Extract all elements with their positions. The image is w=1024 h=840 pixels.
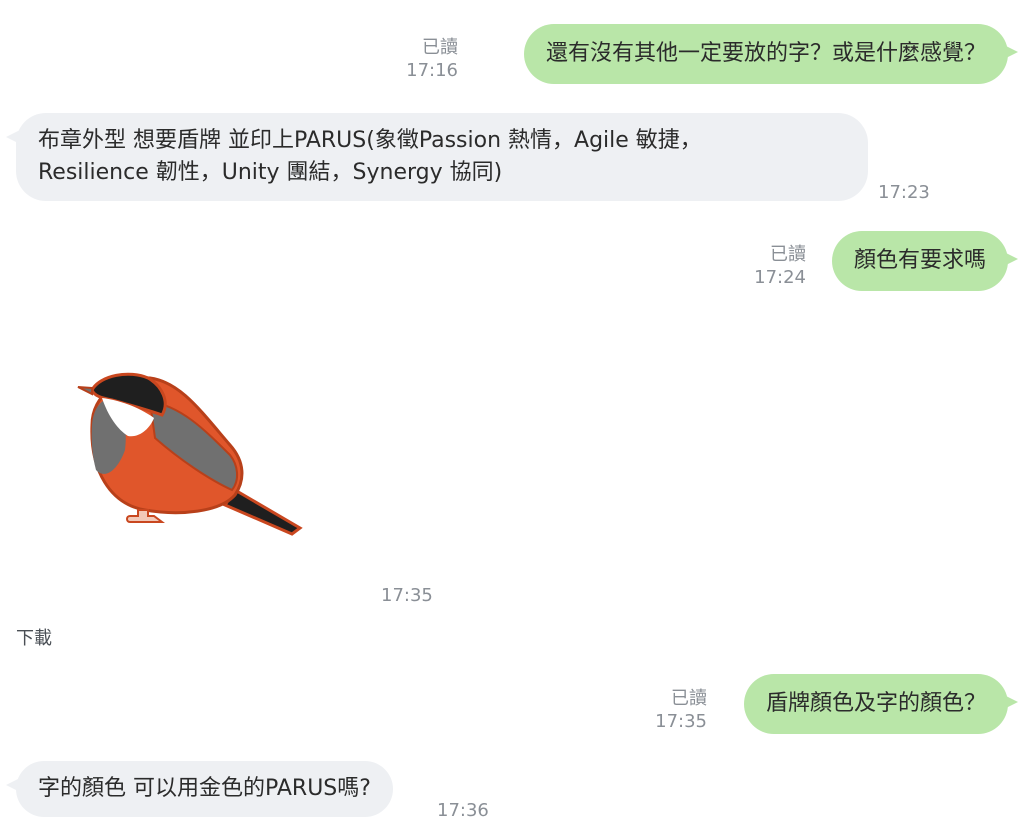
bird-illustration [77, 372, 303, 536]
read-receipt: 已讀 [422, 37, 458, 58]
message-bubble-outgoing[interactable]: 還有沒有其他一定要放的字？或是什麼感覺？ [523, 24, 1019, 84]
message-meta: 已讀 17:16 [406, 36, 458, 82]
read-receipt: 已讀 [770, 244, 806, 265]
timestamp: 17:35 [655, 711, 707, 732]
timestamp: 17:36 [437, 800, 489, 821]
message-text: 盾牌顏色及字的顏色？ [765, 691, 986, 716]
timestamp: 17:16 [406, 60, 458, 81]
chat-thread: 已讀 17:16 還有沒有其他一定要放的字？或是什麼感覺？ 布章外型 想要盾牌 … [0, 0, 1024, 840]
timestamp: 17:23 [878, 182, 930, 203]
timestamp: 17:24 [754, 267, 806, 288]
message-bubble-incoming[interactable]: 布章外型 想要盾牌 並印上PARUS(象徵Passion 熱情，Agile 敏捷… [6, 113, 868, 201]
message-meta: 已讀 17:24 [754, 243, 806, 289]
download-link[interactable]: 下載 [16, 624, 52, 650]
message-text: 字的顏色 可以用金色的PARUS嗎? [38, 776, 371, 801]
message-text: 還有沒有其他一定要放的字？或是什麼感覺？ [545, 41, 986, 66]
bird-beak [77, 386, 93, 396]
message-bubble-incoming[interactable]: 字的顏色 可以用金色的PARUS嗎? [6, 761, 393, 817]
read-receipt: 已讀 [671, 688, 707, 709]
message-bubble-outgoing[interactable]: 盾牌顏色及字的顏色？ [743, 674, 1019, 734]
bird-tail [222, 487, 303, 536]
image-message[interactable] [30, 330, 360, 570]
message-text-line: Resilience 韌性，Unity 團結，Synergy 協同) [38, 160, 503, 185]
message-text: 顏色有要求嗎 [853, 248, 986, 273]
message-meta: 已讀 17:35 [655, 687, 707, 733]
message-bubble-outgoing[interactable]: 顏色有要求嗎 [831, 231, 1019, 291]
timestamp: 17:35 [381, 585, 433, 606]
message-text-line: 布章外型 想要盾牌 並印上PARUS(象徵Passion 熱情，Agile 敏捷… [38, 128, 702, 153]
